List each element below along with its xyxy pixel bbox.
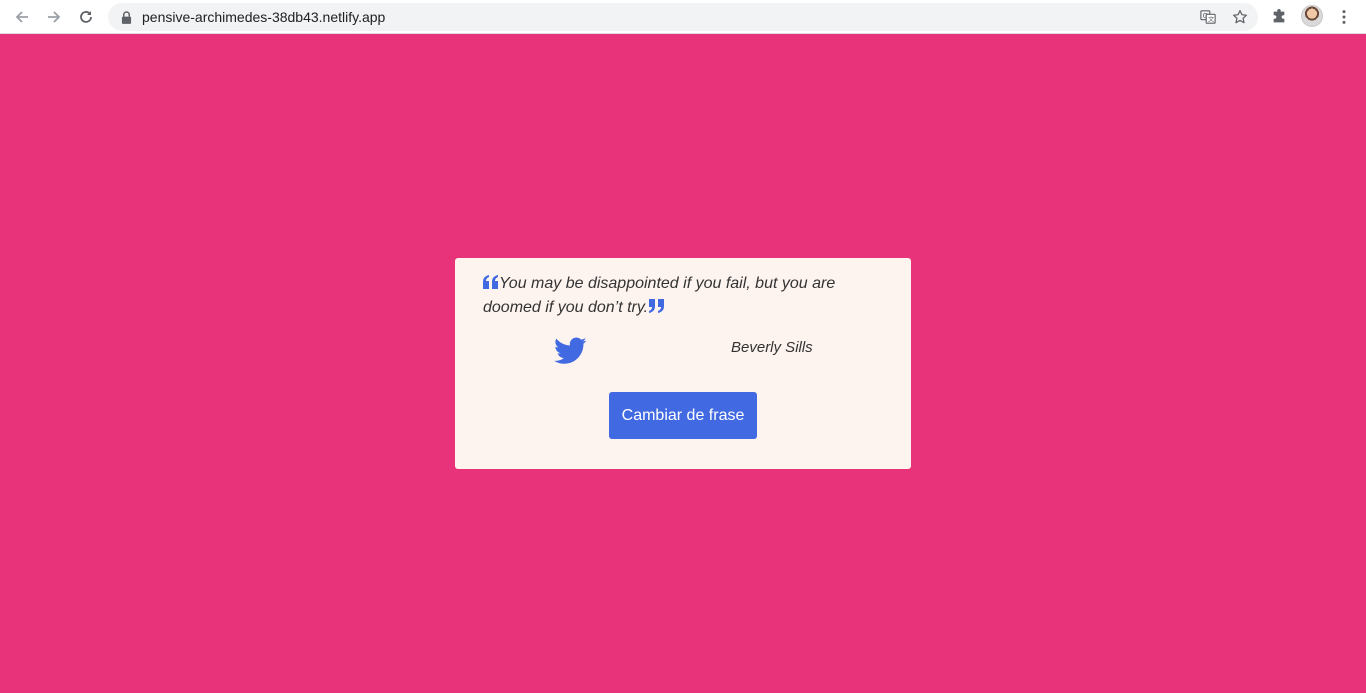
browser-toolbar: pensive-archimedes-38db43.netlify.app G文 [0, 0, 1366, 34]
svg-text:文: 文 [1208, 15, 1215, 23]
reload-icon [80, 11, 92, 23]
twitter-icon[interactable] [554, 337, 587, 365]
lock-icon[interactable] [119, 10, 133, 24]
translate-icon[interactable]: G文 [1199, 8, 1217, 26]
more-vert-icon[interactable] [1332, 5, 1356, 29]
puzzle-icon[interactable] [1267, 5, 1291, 29]
back-button[interactable] [10, 5, 34, 29]
open-quote-icon [483, 272, 499, 296]
avatar[interactable] [1301, 5, 1323, 27]
quote-text-block: You may be disappointed if you fail, but… [483, 272, 883, 320]
reload-button[interactable] [74, 5, 98, 29]
new-quote-button[interactable]: Cambiar de frase [609, 392, 757, 439]
star-icon[interactable] [1231, 8, 1249, 26]
arrow-left-icon [15, 11, 28, 23]
url-text[interactable]: pensive-archimedes-38db43.netlify.app [142, 9, 385, 25]
forward-button[interactable] [42, 5, 66, 29]
quote-author: Beverly Sills [731, 339, 813, 356]
arrow-right-icon [48, 11, 61, 23]
address-bar[interactable]: pensive-archimedes-38db43.netlify.app G文 [108, 3, 1258, 31]
quote-box: You may be disappointed if you fail, but… [455, 258, 911, 469]
close-quote-icon [648, 296, 665, 320]
